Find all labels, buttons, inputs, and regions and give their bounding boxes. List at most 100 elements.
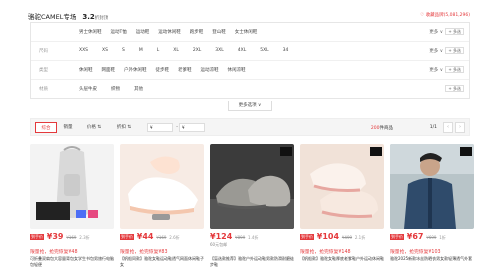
sort-price[interactable]: 价格 ⇅	[85, 122, 103, 133]
product-card[interactable]: 到手价 ¥67 ¥699 1折 限量抢，抢完恢复¥103 骆驼2025新款冰丝防…	[390, 144, 474, 272]
result-count: 200件商品	[371, 125, 393, 131]
filter-option[interactable]: XS	[102, 48, 108, 53]
product-title[interactable]: 【盲选款推荐】骆驼户外运动鞋男款防滑耐磨徒步鞋	[210, 256, 294, 267]
filter-label: 类型	[39, 68, 48, 73]
more-options-button[interactable]: 更多选项 ∨	[228, 101, 272, 111]
product-image[interactable]	[390, 144, 474, 229]
shipping-text: 60元包邮	[210, 242, 228, 247]
backpack-image	[30, 144, 114, 229]
product-title[interactable]: 骆驼2025新款冰丝防晒衣男女款轻薄透气外套	[390, 256, 474, 267]
promo-text: 限量抢，抢完恢复¥103	[390, 250, 441, 255]
filter-option[interactable]: 头层牛皮	[79, 86, 97, 92]
filter-multi-button[interactable]: + 多选	[445, 85, 464, 92]
price-row: 到手价 ¥39 ¥169 2.3折	[30, 232, 90, 241]
filter-option[interactable]: 运动休闲鞋	[158, 29, 181, 35]
product-card[interactable]: ¥124 ¥899 1.4折 60元包邮 【盲选款推荐】骆驼户外运动鞋男款防滑耐…	[210, 144, 294, 272]
sort-comprehensive[interactable]: 综合	[35, 122, 57, 133]
price-max-input[interactable]: ¥	[179, 123, 205, 132]
filter-option[interactable]: 老爹鞋	[178, 67, 192, 73]
sort-bar: 综合 销量 价格 ⇅ 折扣 ⇅ ¥ - ¥ 200件商品 1/1 ‹ ›	[30, 118, 470, 136]
brand-badge	[370, 147, 382, 156]
filter-option[interactable]: S	[122, 48, 125, 53]
filter-option[interactable]: 休闲鞋	[79, 67, 93, 73]
product-image[interactable]	[120, 144, 204, 229]
original-price: ¥169	[156, 235, 167, 240]
sort-discount[interactable]: 折扣 ⇅	[115, 122, 133, 133]
filter-option[interactable]: 女士休闲鞋	[235, 29, 258, 35]
next-page-button[interactable]: ›	[455, 122, 465, 133]
filter-option[interactable]: XXS	[79, 48, 88, 53]
price-row: ¥124 ¥899 1.4折	[210, 232, 258, 241]
original-price: ¥699	[426, 235, 437, 240]
filter-multi-button[interactable]: + 多选	[445, 47, 464, 54]
filter-option[interactable]: 运动T恤	[111, 29, 127, 35]
price-tag: 到手价	[390, 233, 404, 240]
filter-more-button[interactable]: 更多 ∨	[429, 67, 443, 73]
original-price: ¥499	[341, 235, 353, 240]
filter-option[interactable]: 登山鞋	[212, 29, 226, 35]
store-discount-unit: 折封顶	[94, 16, 109, 21]
filter-option[interactable]: 4XL	[238, 48, 246, 53]
product-price: ¥124	[210, 232, 233, 241]
sneaker-image	[300, 144, 384, 229]
filter-option[interactable]: M	[139, 48, 143, 53]
filter-option[interactable]: 跑步鞋	[190, 29, 204, 35]
prev-page-button[interactable]: ‹	[443, 122, 453, 133]
filter-option[interactable]: 户外休闲鞋	[124, 67, 147, 73]
product-title[interactable]: 【帆船款】骆驼女鞋厚底老爹鞋户外运动休闲鞋	[300, 256, 384, 267]
filter-more-button[interactable]: 更多 ∨	[429, 48, 443, 54]
filter-option[interactable]: 5XL	[260, 48, 268, 53]
discount: 2.6折	[169, 235, 180, 240]
price-min-input[interactable]: ¥	[147, 123, 173, 132]
filter-label: 材质	[39, 87, 48, 92]
original-price: ¥899	[235, 235, 246, 240]
discount: 2.3折	[79, 235, 90, 240]
filter-options: 头层牛皮 织物 其他	[79, 86, 143, 92]
page-indicator: 1/1	[429, 125, 437, 130]
filter-option[interactable]: 34	[283, 48, 289, 53]
hiking-shoe-image	[210, 144, 294, 229]
product-card[interactable]: 到手价 ¥39 ¥169 2.3折 限量抢，抢完恢复¥48 可折叠双肩包大容量背…	[30, 144, 114, 272]
product-image[interactable]	[210, 144, 294, 229]
sort-sales[interactable]: 销量	[61, 122, 75, 133]
discount: 2.1折	[354, 235, 366, 240]
filter-option[interactable]: 运动鞋	[136, 29, 150, 35]
filter-option[interactable]: 徒步鞋	[156, 67, 170, 73]
filter-option[interactable]: 织物	[111, 86, 120, 92]
filter-option[interactable]: 休闲凉鞋	[228, 67, 246, 73]
product-image[interactable]	[30, 144, 114, 229]
product-title[interactable]: 可折叠双肩包大容量背包女学生书包男旅行电脑包轻便	[30, 256, 114, 267]
promo-text: 限量抢，抢完恢复¥148	[300, 250, 351, 255]
product-price: ¥44	[136, 232, 154, 241]
filter-row-type: 类型 休闲鞋 网面鞋 户外休闲鞋 徒步鞋 老爹鞋 运动凉鞋 休闲凉鞋 更多 ∨ + 多选	[31, 61, 469, 80]
filter-options: 休闲鞋 网面鞋 户外休闲鞋 徒步鞋 老爹鞋 运动凉鞋 休闲凉鞋	[79, 67, 246, 73]
filter-option[interactable]: 3XL	[215, 48, 223, 53]
filter-option[interactable]: 运动凉鞋	[201, 67, 219, 73]
filter-option[interactable]: XL	[173, 48, 179, 53]
filter-option[interactable]: L	[157, 48, 160, 53]
product-card[interactable]: 到手价 ¥44 ¥169 2.6折 限量抢，抢完恢复¥83 【帆船同款】骆驼女鞋…	[120, 144, 204, 272]
brand-badge	[280, 147, 292, 156]
product-card[interactable]: 到手价 ¥104 ¥499 2.1折 限量抢，抢完恢复¥148 【帆船款】骆驼女…	[300, 144, 384, 272]
product-price: ¥39	[46, 232, 64, 241]
filter-multi-button[interactable]: + 多选	[445, 66, 464, 73]
favorite-brand-link[interactable]: ♡ 收藏品牌(5,081,296)	[420, 12, 470, 18]
filter-row-category: 男士休闲鞋 运动T恤 运动鞋 运动休闲鞋 跑步鞋 登山鞋 女士休闲鞋 更多 ∨ + 多选	[31, 23, 469, 42]
filter-options: 男士休闲鞋 运动T恤 运动鞋 运动休闲鞋 跑步鞋 登山鞋 女士休闲鞋	[79, 29, 257, 35]
store-name: 骆驼CAMEL专场	[28, 13, 77, 21]
filter-option[interactable]: 2XL	[193, 48, 201, 53]
filter-row-material: 材质 头层牛皮 织物 其他 + 多选	[31, 80, 469, 99]
filter-multi-button[interactable]: + 多选	[445, 28, 464, 35]
filter-more-button[interactable]: 更多 ∨	[429, 29, 443, 35]
promo-text: 限量抢，抢完恢复¥83	[120, 250, 168, 255]
product-image[interactable]	[300, 144, 384, 229]
product-title[interactable]: 【帆船同款】骆驼女鞋运动鞋透气网面休闲鞋子女	[120, 256, 204, 267]
product-price: ¥67	[406, 232, 424, 241]
jacket-model-image	[390, 144, 474, 229]
store-title: 骆驼CAMEL专场 3.2折封顶	[28, 11, 108, 21]
filter-option[interactable]: 其他	[134, 86, 143, 92]
filter-option[interactable]: 男士休闲鞋	[79, 29, 102, 35]
price-row: 到手价 ¥104 ¥499 2.1折	[300, 232, 365, 241]
price-tag: 到手价	[300, 233, 314, 240]
filter-option[interactable]: 网面鞋	[102, 67, 116, 73]
